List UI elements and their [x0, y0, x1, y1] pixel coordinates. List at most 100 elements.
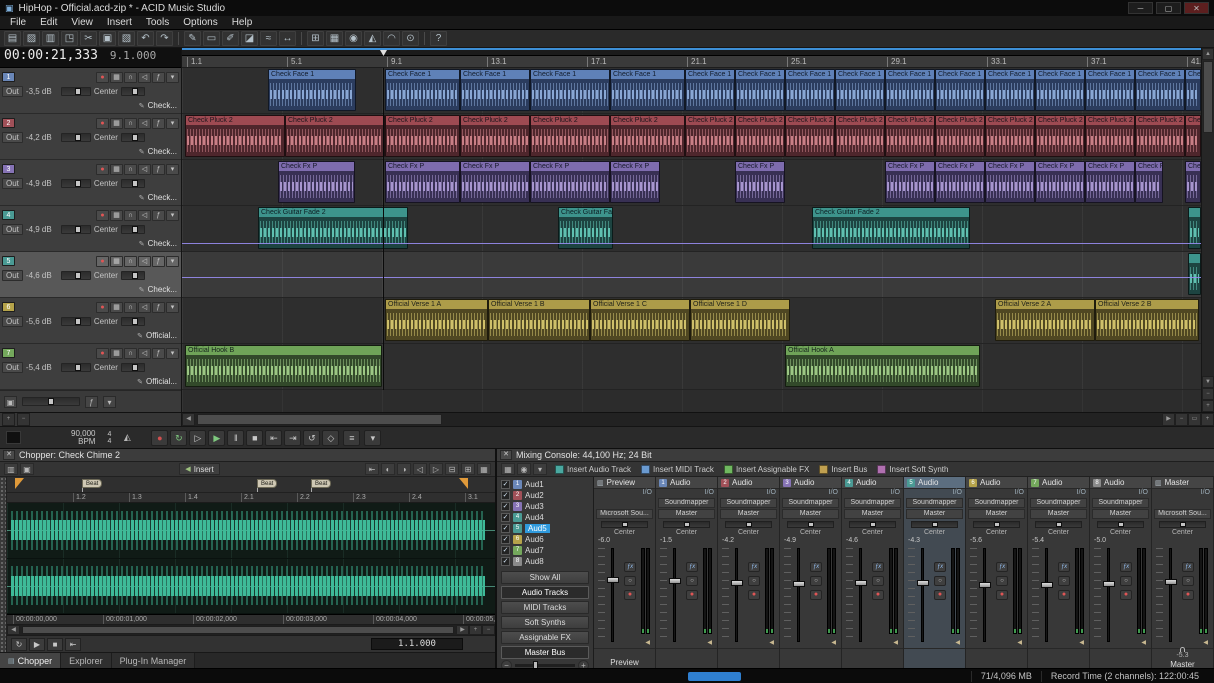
record-button[interactable]: ●	[151, 430, 168, 446]
tab-explorer[interactable]: Explorer	[61, 653, 112, 669]
transport-menu-arrow-icon[interactable]: ▾	[364, 430, 381, 446]
device-selector[interactable]: Soundmapper	[906, 498, 963, 508]
track-pan-slider[interactable]	[121, 133, 145, 142]
double-selection-icon[interactable]: ◑	[397, 463, 411, 475]
fader-handle[interactable]	[855, 580, 867, 586]
audio-event[interactable]: Check Face 1	[610, 69, 685, 111]
track-bus-button[interactable]: ▦	[110, 302, 123, 313]
track-arm-button[interactable]: ●	[96, 256, 109, 267]
envelope-tool-icon[interactable]: ≈	[260, 31, 277, 46]
fader-handle[interactable]	[793, 581, 805, 587]
track-output-button[interactable]: Out	[2, 362, 23, 373]
io-button[interactable]: I/O	[829, 489, 838, 498]
channel-record-arm-button[interactable]: ●	[996, 590, 1008, 600]
track-output-button[interactable]: Out	[2, 316, 23, 327]
channel-record-arm-button[interactable]: ●	[686, 590, 698, 600]
audio-event[interactable]: Check Pluck 2	[785, 115, 835, 157]
track-bus-button[interactable]: ▦	[110, 164, 123, 175]
track-height-decrease-icon[interactable]: −	[17, 413, 30, 426]
io-button[interactable]: I/O	[1201, 489, 1210, 498]
audio-event[interactable]: Check Fx P	[385, 161, 460, 203]
mixer-track-item-aud5[interactable]: ✓5Aud5	[499, 523, 591, 534]
chopper-bar-ruler[interactable]: 1.21.31.42.12.22.32.43.1	[7, 493, 495, 503]
pan-slider[interactable]	[973, 521, 1020, 528]
pause-button[interactable]: ‖	[227, 430, 244, 446]
track-solo-button[interactable]: ∩	[124, 164, 137, 175]
channel-header[interactable]: 2Audio	[718, 477, 779, 489]
audio-event[interactable]: Check Fx P	[460, 161, 530, 203]
track-mute-button[interactable]: ◁	[138, 256, 151, 267]
grid-icon[interactable]: ▦	[326, 31, 343, 46]
output-selector[interactable]: Master	[782, 509, 839, 519]
timeline-zoom-box-icon[interactable]: ▭	[1188, 413, 1201, 426]
link-icon[interactable]: ⊟	[445, 463, 459, 475]
audio-event[interactable]: Check Fx P	[935, 161, 985, 203]
audio-event[interactable]: Check Pluck 2	[735, 115, 785, 157]
time-signature-display[interactable]: 4 4	[107, 431, 111, 445]
track-fx-button[interactable]: ƒ	[152, 72, 165, 83]
output-selector[interactable]: Master	[720, 509, 777, 519]
audio-event[interactable]: Check Pluck 2	[885, 115, 935, 157]
audio-event[interactable]: Check Pluck 2	[185, 115, 285, 157]
channel-fx-button[interactable]: ƒx	[872, 562, 884, 572]
pan-slider[interactable]	[1035, 521, 1082, 528]
track-header-7[interactable]: 7●▦∩◁ƒ▾Out-5,4 dBCenter✎Official...	[0, 344, 181, 390]
meter-clip-indicator[interactable]: ◀	[707, 639, 712, 646]
channel-fx-button[interactable]: ƒx	[934, 562, 946, 572]
tab-plug-in-manager[interactable]: Plug-In Manager	[112, 653, 196, 669]
goto-start-button[interactable]: ⇤	[265, 430, 282, 446]
track-visible-checkbox[interactable]: ✓	[501, 502, 510, 511]
horizontal-scroll-thumb[interactable]	[197, 414, 442, 425]
fader-handle[interactable]	[917, 580, 929, 586]
track-visible-checkbox[interactable]: ✓	[501, 557, 510, 566]
insert-audio-track-button[interactable]: Insert Audio Track	[555, 465, 631, 474]
tab-chopper[interactable]: ▤Chopper	[0, 653, 61, 669]
chopper-stop-button[interactable]: ■	[47, 638, 63, 651]
pan-slider[interactable]	[1097, 521, 1144, 528]
insert-soft-synth-button[interactable]: Insert Soft Synth	[877, 465, 948, 474]
audio-event[interactable]: Check Face 1	[1185, 69, 1201, 111]
pan-slider[interactable]	[601, 521, 648, 528]
volume-fader[interactable]	[735, 548, 738, 642]
play-from-start-button[interactable]: ▷	[189, 430, 206, 446]
channel-header[interactable]: 4Audio	[842, 477, 903, 489]
marker-bar[interactable]	[182, 48, 1201, 56]
device-selector[interactable]	[596, 498, 653, 508]
audio-event[interactable]: Check Fx P	[1185, 161, 1201, 203]
track-visible-checkbox[interactable]: ✓	[501, 491, 510, 500]
track-menu-arrow-icon[interactable]: ▾	[166, 118, 179, 129]
timeline-row-1[interactable]: Check Face 1Check Face 1Check Face 1Chec…	[182, 68, 1201, 114]
paint-tool-icon[interactable]: ✐	[222, 31, 239, 46]
timeline-row-6[interactable]: Official Verse 1 AOfficial Verse 1 BOffi…	[182, 298, 1201, 344]
device-selector[interactable]: Soundmapper	[844, 498, 901, 508]
channel-fx-button[interactable]: ƒx	[1182, 562, 1194, 572]
io-button[interactable]: I/O	[953, 489, 962, 498]
track-output-button[interactable]: Out	[2, 270, 23, 281]
record-input-icon[interactable]: ⊙	[402, 31, 419, 46]
pan-slider[interactable]	[663, 521, 710, 528]
selection-end-marker[interactable]	[459, 478, 468, 489]
audio-event[interactable]: Check Pluck 2	[685, 115, 735, 157]
channel-header[interactable]: ▥Preview	[594, 477, 655, 489]
io-button[interactable]: I/O	[643, 489, 652, 498]
fader-handle[interactable]	[1103, 581, 1115, 587]
view-assignable-fx-button[interactable]: Assignable FX	[501, 631, 589, 644]
enable-snapping-icon[interactable]: ⊞	[307, 31, 324, 46]
chopper-scroll-thumb[interactable]	[22, 626, 454, 634]
track-arm-button[interactable]: ●	[96, 118, 109, 129]
audio-event[interactable]: Official Verse 1 D	[690, 299, 790, 341]
copy-icon[interactable]: ▣	[99, 31, 116, 46]
chopper-play-looped-button[interactable]: ↻	[11, 638, 27, 651]
track-volume-slider[interactable]	[61, 317, 91, 326]
close-button[interactable]: ✕	[1184, 2, 1209, 14]
output-selector[interactable]: Master	[844, 509, 901, 519]
io-button[interactable]: I/O	[705, 489, 714, 498]
chopper-scrollbar[interactable]: ◀ ▶ + −	[7, 625, 495, 636]
timeline-row-7[interactable]: Official Hook BOfficial Hook A	[182, 344, 1201, 390]
audio-event[interactable]: Official Verse 1 A	[385, 299, 488, 341]
track-solo-button[interactable]: ∩	[124, 256, 137, 267]
horizontal-scroll-track[interactable]	[195, 413, 1162, 426]
track-header-4[interactable]: 4●▦∩◁ƒ▾Out-4,9 dBCenter✎Check...	[0, 206, 181, 252]
audio-event[interactable]: Check Face 1	[885, 69, 935, 111]
io-button[interactable]: I/O	[1015, 489, 1024, 498]
